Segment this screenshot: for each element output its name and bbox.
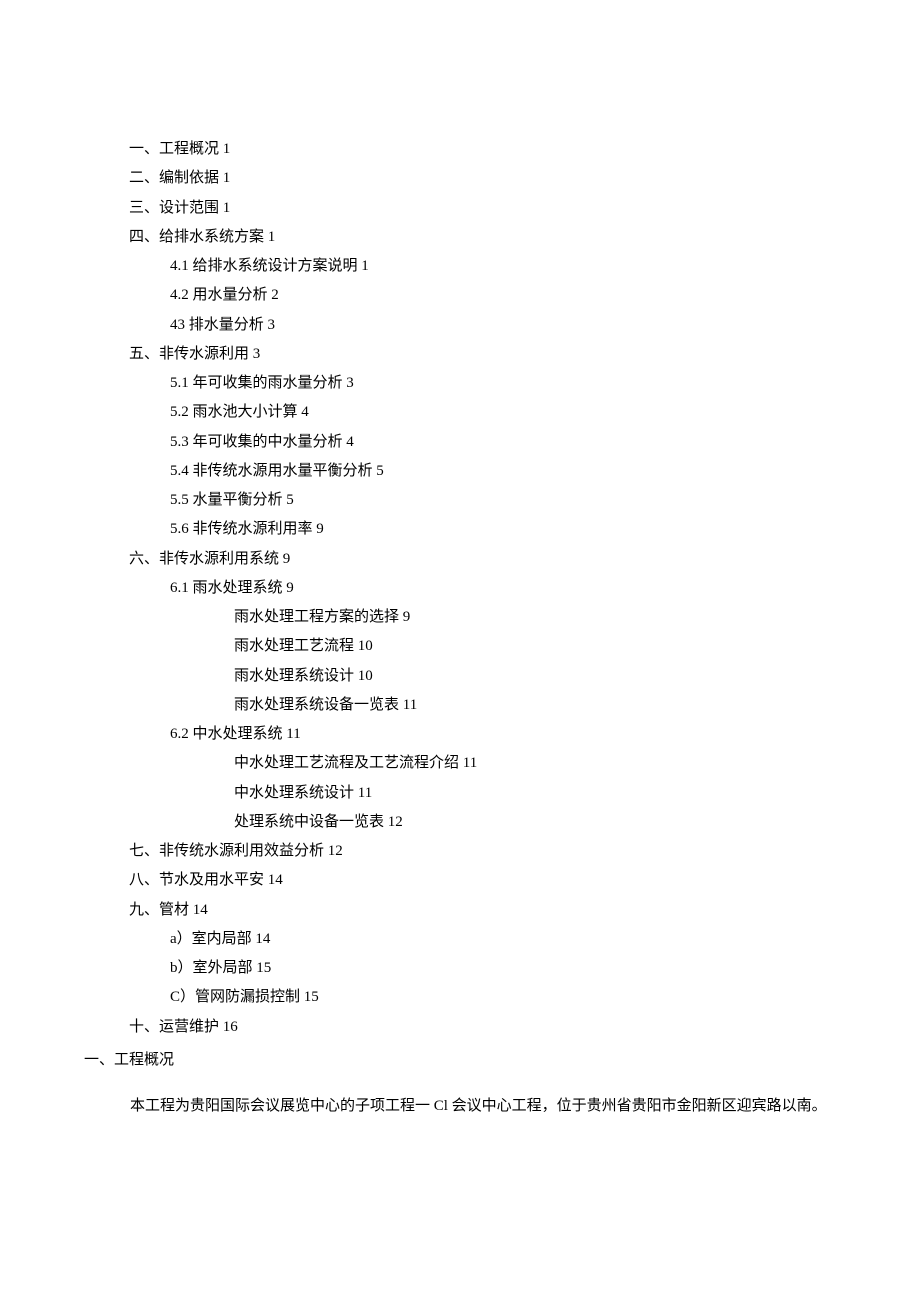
toc-entry: 一、工程概况 1	[129, 135, 836, 164]
toc-entry: 七、非传统水源利用效益分析 12	[129, 837, 836, 866]
toc-entry: 4.2 用水量分析 2	[170, 281, 836, 310]
toc-entry: 43 排水量分析 3	[170, 311, 836, 340]
toc-entry: 5.4 非传统水源用水量平衡分析 5	[170, 457, 836, 486]
toc-entry: C）管网防漏损控制 15	[170, 983, 836, 1012]
toc-entry: 5.5 水量平衡分析 5	[170, 486, 836, 515]
toc-entry: 九、管材 14	[129, 896, 836, 925]
toc-entry: 雨水处理系统设计 10	[234, 662, 836, 691]
toc-entry: 6.2 中水处理系统 11	[170, 720, 836, 749]
toc-entry: 六、非传水源利用系统 9	[129, 545, 836, 574]
toc-entry: 十、运营维护 16	[129, 1013, 836, 1042]
toc-entry: 三、设计范围 1	[129, 194, 836, 223]
toc-entry: 雨水处理工程方案的选择 9	[234, 603, 836, 632]
body-paragraph: 本工程为贵阳国际会议展览中心的子项工程一 Cl 会议中心工程，位于贵州省贵阳市金…	[100, 1091, 836, 1121]
toc-entry: 5.6 非传统水源利用率 9	[170, 515, 836, 544]
toc-entry: 雨水处理系统设备一览表 11	[234, 691, 836, 720]
toc-entry: 五、非传水源利用 3	[129, 340, 836, 369]
section-heading: 一、工程概况	[84, 1046, 836, 1075]
toc-entry: 四、给排水系统方案 1	[129, 223, 836, 252]
toc-entry: 5.3 年可收集的中水量分析 4	[170, 428, 836, 457]
toc-entry: 处理系统中设备一览表 12	[234, 808, 836, 837]
toc-entry: 6.1 雨水处理系统 9	[170, 574, 836, 603]
table-of-contents: 一、工程概况 1 二、编制依据 1 三、设计范围 1 四、给排水系统方案 1 4…	[84, 135, 836, 1042]
toc-entry: 八、节水及用水平安 14	[129, 866, 836, 895]
toc-entry: 中水处理工艺流程及工艺流程介绍 11	[234, 749, 836, 778]
toc-entry: 4.1 给排水系统设计方案说明 1	[170, 252, 836, 281]
toc-entry: 5.2 雨水池大小计算 4	[170, 398, 836, 427]
toc-entry: 5.1 年可收集的雨水量分析 3	[170, 369, 836, 398]
toc-entry: 中水处理系统设计 11	[234, 779, 836, 808]
toc-entry: 雨水处理工艺流程 10	[234, 632, 836, 661]
toc-entry: 二、编制依据 1	[129, 164, 836, 193]
toc-entry: a）室内局部 14	[170, 925, 836, 954]
toc-entry: b）室外局部 15	[170, 954, 836, 983]
